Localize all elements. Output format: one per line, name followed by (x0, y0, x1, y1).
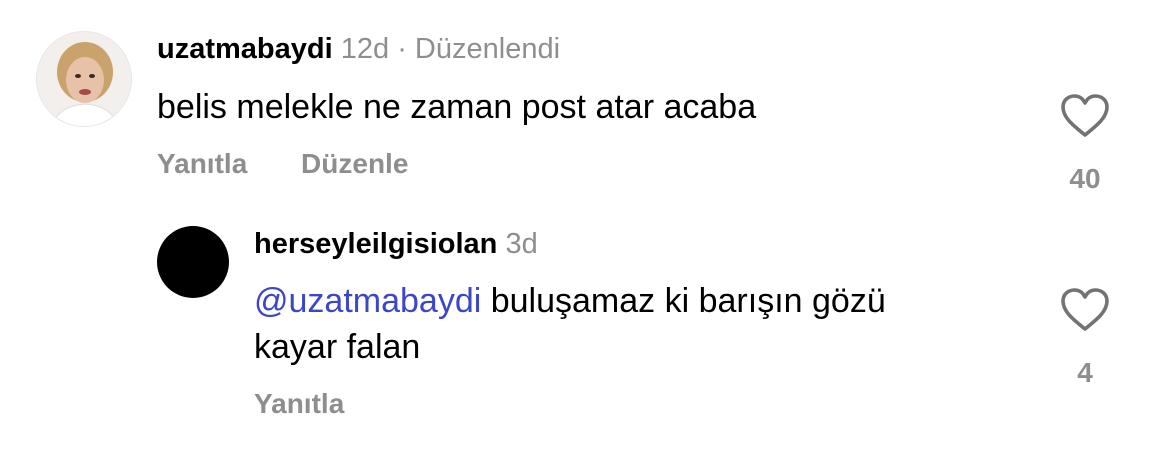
mention-link[interactable]: @uzatmabaydi (254, 282, 481, 320)
heart-icon[interactable] (1060, 287, 1110, 333)
reply-header: herseyleilgisiolan 3d (254, 226, 538, 262)
edited-label: Düzenlendi (414, 33, 561, 65)
avatar[interactable] (36, 31, 132, 127)
separator: · (397, 33, 407, 65)
avatar-photo (37, 32, 131, 126)
reply-like-control: 4 (1045, 287, 1125, 389)
reply-text: @uzatmabaydi buluşamaz ki barışın gözü k… (254, 278, 886, 370)
reply-username[interactable]: herseyleilgisiolan (254, 228, 497, 260)
edit-button[interactable]: Düzenle (301, 148, 408, 179)
reply-reply-button[interactable]: Yanıtla (254, 388, 344, 419)
reply-text-line2: kayar falan (254, 328, 421, 366)
reply-text-line1: buluşamaz ki barışın gözü (481, 282, 886, 320)
comment-actions: Yanıtla Düzenle (157, 148, 408, 180)
like-count: 40 (1069, 163, 1101, 194)
reply-timestamp: 3d (505, 228, 538, 260)
timestamp: 12d (340, 33, 390, 65)
reply-like-count: 4 (1077, 357, 1093, 388)
reply-avatar[interactable] (157, 226, 229, 298)
heart-icon[interactable] (1060, 93, 1110, 139)
username[interactable]: uzatmabaydi (157, 33, 333, 65)
like-control: 40 (1045, 93, 1125, 195)
reply-actions: Yanıtla (254, 388, 344, 420)
comment-text: belis melekle ne zaman post atar acaba (157, 88, 757, 126)
reply-button[interactable]: Yanıtla (157, 148, 247, 179)
comment-header: uzatmabaydi 12d · Düzenlendi (157, 31, 560, 67)
